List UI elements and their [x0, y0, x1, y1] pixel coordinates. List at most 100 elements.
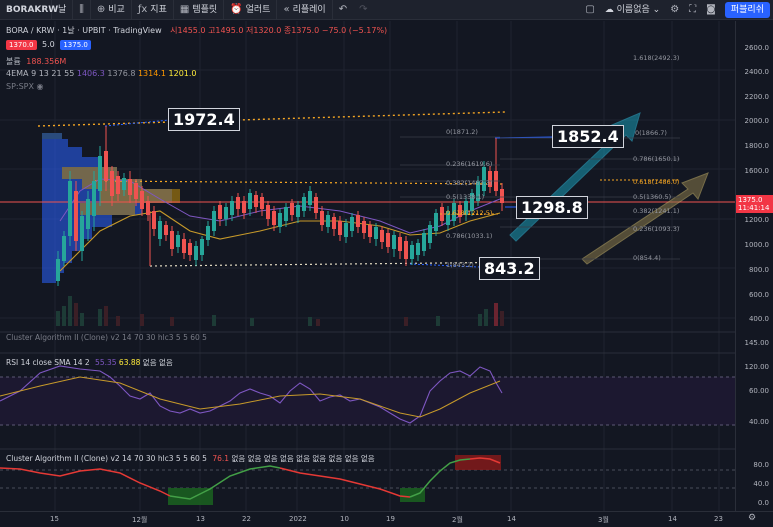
layout-select-button[interactable]: ▢ — [580, 0, 599, 20]
callout-1298[interactable]: 1298.8 — [516, 196, 588, 219]
settings-button[interactable]: ⚙ — [665, 0, 684, 20]
undo-button[interactable]: ↶ — [333, 0, 353, 20]
cluster-line-red — [0, 467, 171, 497]
compare-button[interactable]: ⊕ 비교 — [91, 0, 132, 20]
rsi-extra: 없음 없음 — [142, 358, 173, 367]
symbol-title: BORA / KRW · 1날 · UPBIT · TradingView — [6, 26, 162, 35]
fib-label: 0.5(1338.1) — [446, 193, 485, 201]
chevron-down-icon: ⌄ — [652, 5, 661, 15]
redo-button[interactable]: ↷ — [353, 0, 373, 20]
fullscreen-button[interactable]: ⛶ — [684, 0, 701, 20]
last-price-value: 1375.0 — [738, 196, 763, 204]
templates-button[interactable]: ▦ 템플릿 — [174, 0, 225, 20]
fib-label: 0.786(1650.1) — [633, 155, 680, 163]
fib-label: 0.236(1093.3) — [633, 225, 680, 233]
pane-rsi-title[interactable]: RSI 14 close SMA 14 2 55.35 63.88 없음 없음 — [6, 357, 173, 368]
fib-label: 1.618(2492.3) — [633, 54, 680, 62]
rsi-band — [0, 377, 735, 425]
cluster-tick: 40.0 — [753, 480, 769, 488]
volume-legend: 볼륨 188.356M — [6, 56, 66, 67]
fib-label: 0.382(1463.3) — [446, 179, 493, 187]
fib-label: 0(1866.7) — [635, 129, 667, 137]
callout-843[interactable]: 843.2 — [479, 257, 540, 280]
toolbar-right: ▢ ☁ 이름없음 ⌄ ⚙ ⛶ ◙ 퍼블리쉬 — [580, 0, 773, 20]
fib-label: 0.5(1360.5) — [633, 193, 672, 201]
time-axis[interactable]: 15 12월 13 22 2022 10 19 2월 14 3월 14 23 ⚙ — [0, 511, 773, 527]
time-tick: 14 — [668, 515, 677, 523]
rsi-tick: 60.00 — [748, 387, 769, 395]
cloud-layout-button[interactable]: ☁ 이름없음 ⌄ — [600, 0, 665, 20]
time-tick: 2월 — [452, 516, 463, 524]
axis-settings-button[interactable]: ⚙ — [748, 513, 756, 523]
cluster-tick: 80.0 — [753, 461, 769, 469]
replay-button[interactable]: «리플레이 — [277, 0, 333, 20]
interval-label: 날 — [58, 4, 67, 15]
time-tick: 19 — [386, 515, 395, 523]
alert-label: 얼러트 — [245, 4, 271, 15]
replay-label: 리플레이 — [292, 4, 326, 15]
spx-label: SP:SPX — [6, 82, 34, 91]
price-tick: 1000.0 — [744, 241, 770, 249]
chart-legend[interactable]: BORA / KRW · 1날 · UPBIT · TradingView 시1… — [6, 25, 387, 36]
callout-1852[interactable]: 1852.4 — [552, 125, 624, 148]
cluster2-value: 76.1 — [212, 454, 230, 463]
fib-label: 0.786(1033.1) — [446, 232, 493, 240]
publish-button[interactable]: 퍼블리쉬 — [724, 2, 770, 18]
last-price-tag: 1375.0 11:41:14 — [736, 195, 773, 213]
chart-area[interactable]: BORA / KRW · 1날 · UPBIT · TradingView 시1… — [0, 21, 735, 511]
price-tick: 2200.0 — [744, 93, 770, 101]
fib-label: 0.618(1486.0) — [633, 178, 680, 186]
alert-button[interactable]: ⏰ 얼러트 — [224, 0, 278, 20]
grid-lines — [0, 21, 735, 511]
price-tick: 400.0 — [748, 315, 769, 323]
bar-countdown: 11:41:14 — [738, 204, 770, 212]
price-tick: 2000.0 — [744, 117, 770, 125]
ema-value-13: 1376.8 — [107, 69, 136, 78]
fib-label: 0.236(1619.6) — [446, 160, 493, 168]
rsi-label: RSI 14 close SMA 14 2 — [6, 358, 90, 367]
cluster-tick: 0.0 — [757, 499, 769, 507]
spx-legend[interactable]: SP:SPX ◉ — [6, 82, 44, 91]
ask-price[interactable]: 1375.0 — [60, 40, 91, 50]
ema-label: 4EMA 9 13 21 55 — [6, 69, 75, 78]
fullscreen-icon: ⛶ — [689, 4, 697, 15]
fib-label: 0(854.4) — [633, 254, 661, 262]
fib-label: 0(1871.2) — [446, 128, 478, 136]
undo-icon: ↶ — [338, 3, 348, 15]
indicators-button[interactable]: ƒx 지표 — [132, 0, 174, 20]
time-tick: 2022 — [289, 515, 307, 523]
price-axis[interactable]: 2600.0 2400.0 2200.0 2000.0 1800.0 1600.… — [735, 21, 773, 511]
price-tick: 2400.0 — [744, 68, 770, 76]
chart-type-button[interactable]: ⫼ — [73, 0, 91, 20]
grid-icon: ▦ — [179, 3, 190, 15]
compare-label: 비교 — [108, 4, 125, 15]
time-tick: 3월 — [598, 516, 609, 524]
volume-value: 188.356M — [26, 57, 67, 66]
time-tick: 22 — [242, 515, 251, 523]
cloud-icon: ☁ — [604, 5, 614, 15]
pane-cluster2-title[interactable]: Cluster Algorithm II (Clone) v2 14 70 30… — [6, 453, 375, 464]
pane-cluster-title[interactable]: Cluster Algorithm II (Clone) v2 14 70 30… — [6, 333, 207, 342]
chart-canvas[interactable] — [0, 21, 735, 511]
symbol-search-button[interactable]: BORAKRW — [0, 0, 58, 20]
top-toolbar: BORAKRW 날 ⫼ ⊕ 비교 ƒx 지표 ▦ 템플릿 ⏰ 얼러트 «리플레이 ↶ ↷… — [0, 0, 773, 20]
callout-1972[interactable]: 1972.4 — [168, 108, 240, 131]
ema-value-9: 1406.3 — [76, 69, 105, 78]
gear-icon: ⚙ — [670, 4, 680, 15]
fib-label: 0.382(1241.1) — [633, 207, 680, 215]
snapshot-button[interactable]: ◙ — [701, 0, 721, 20]
time-tick: 15 — [50, 515, 59, 523]
candles-icon: ⫼ — [79, 3, 84, 15]
camera-icon: ◙ — [706, 4, 716, 15]
interval-button[interactable]: 날 — [52, 0, 74, 20]
cluster2-extra: 없음 없음 없음 없음 없음 없음 없음 없음 없음 — [231, 454, 375, 463]
cluster2-label: Cluster Algorithm II (Clone) v2 14 70 30… — [6, 454, 207, 463]
bid-ask-row: 1370.0 5.0 1375.0 — [6, 40, 91, 50]
price-tick: 1800.0 — [744, 142, 770, 150]
fib-label: 0.618(1212.5) — [446, 209, 493, 217]
bid-price[interactable]: 1370.0 — [6, 40, 37, 50]
price-tick: 600.0 — [748, 291, 769, 299]
eye-icon[interactable]: ◉ — [37, 82, 44, 91]
rsi-sma-value: 63.88 — [118, 358, 141, 367]
price-tick: 1600.0 — [744, 167, 770, 175]
